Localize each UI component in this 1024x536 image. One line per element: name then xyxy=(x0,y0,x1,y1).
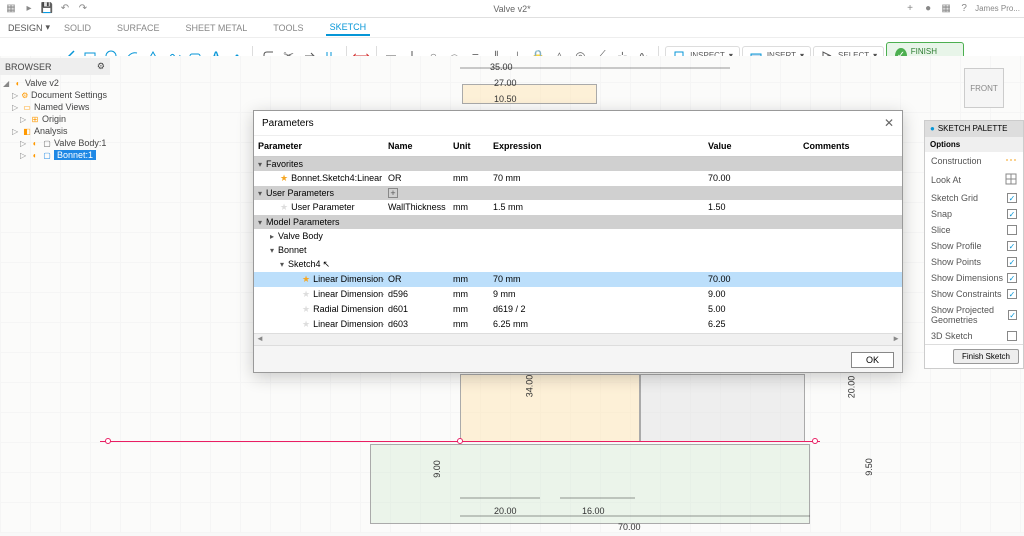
new-tab-icon[interactable]: + xyxy=(903,2,917,16)
param-group[interactable]: ▾Favorites xyxy=(254,157,902,171)
browser-item[interactable]: ▷◐▢Valve Body:1 xyxy=(0,137,110,149)
palette-finish-button[interactable]: Finish Sketch xyxy=(953,349,1019,364)
browser-item[interactable]: ▷▭Named Views xyxy=(0,101,110,113)
browser-panel: BROWSER⚙ ◢◐Valve v2 ▷⚙Document Settings … xyxy=(0,58,110,163)
dim-side2[interactable]: 20.00 xyxy=(846,376,856,399)
browser-item-selected[interactable]: ▷◐▢Bonnet:1 xyxy=(0,149,110,161)
param-subgroup[interactable]: ▾Sketch4↖ xyxy=(254,257,902,272)
checkbox-icon[interactable]: ✓ xyxy=(1007,289,1017,299)
palette-option[interactable]: Show Profile✓ xyxy=(925,238,1023,254)
param-subgroup[interactable]: ▾Bonnet xyxy=(254,243,902,257)
checkbox-icon[interactable]: ✓ xyxy=(1007,209,1017,219)
file-icon[interactable]: ▸ xyxy=(22,2,36,16)
parameters-table[interactable]: ParameterNameUnitExpressionValueComments… xyxy=(254,136,902,333)
param-row[interactable]: ★Bonnet.Sketch4:Linear Dime...ORmm70 mm7… xyxy=(254,171,902,186)
ribbon-tabs: DESIGN ▾ SOLID SURFACE SHEET METAL TOOLS… xyxy=(0,18,1024,38)
checkbox-icon[interactable]: ✓ xyxy=(1008,310,1017,320)
line-icon[interactable] xyxy=(1005,155,1017,167)
checkbox-icon[interactable] xyxy=(1007,225,1017,235)
favorite-star-icon[interactable]: ★ xyxy=(280,173,288,183)
checkbox-icon[interactable]: ✓ xyxy=(1007,273,1017,283)
tab-tools[interactable]: TOOLS xyxy=(269,21,307,35)
dim-top3[interactable]: 10.50 xyxy=(494,94,517,104)
palette-option[interactable]: Show Projected Geometries✓ xyxy=(925,302,1023,328)
browser-root[interactable]: ◢◐Valve v2 xyxy=(0,77,110,89)
palette-option[interactable]: Slice xyxy=(925,222,1023,238)
table-header: ParameterNameUnitExpressionValueComments xyxy=(254,136,902,157)
param-row[interactable]: ★Linear Dimension-3d596mm9 mm9.00 xyxy=(254,287,902,302)
palette-option[interactable]: 3D Sketch xyxy=(925,328,1023,344)
palette-option[interactable]: Sketch Grid✓ xyxy=(925,190,1023,206)
dim-bot2[interactable]: 16.00 xyxy=(582,506,605,516)
doc-title: Valve v2* xyxy=(493,4,530,14)
close-icon[interactable]: ✕ xyxy=(884,116,894,130)
dialog-scrollbar[interactable] xyxy=(254,333,902,345)
parameters-dialog: Parameters ✕ ParameterNameUnitExpression… xyxy=(253,110,903,373)
palette-section: Options xyxy=(925,136,1023,152)
tab-sheetmetal[interactable]: SHEET METAL xyxy=(182,21,252,35)
dim-side1[interactable]: 34.00 xyxy=(524,375,534,398)
param-group[interactable]: ▾User Parameters+ xyxy=(254,186,902,200)
checkbox-icon[interactable]: ✓ xyxy=(1007,241,1017,251)
dim-top1[interactable]: 35.00 xyxy=(490,62,513,72)
extensions-icon[interactable]: ▦ xyxy=(939,2,953,16)
palette-option[interactable]: Show Constraints✓ xyxy=(925,286,1023,302)
app-menu-icon[interactable]: ▦ xyxy=(4,2,18,16)
grid-icon[interactable] xyxy=(1005,173,1017,187)
browser-item[interactable]: ▷⚙Document Settings xyxy=(0,89,110,101)
cursor-icon: ↖ xyxy=(323,259,331,269)
param-row[interactable]: ★Linear Dimension-6d603mm6.25 mm6.25 xyxy=(254,317,902,332)
tab-solid[interactable]: SOLID xyxy=(60,21,95,35)
redo-icon[interactable]: ↷ xyxy=(76,2,90,16)
notifications-icon[interactable]: ● xyxy=(921,2,935,16)
favorite-star-icon[interactable]: ★ xyxy=(302,304,310,314)
viewcube[interactable]: FRONT xyxy=(964,68,1004,108)
palette-header: ●SKETCH PALETTE xyxy=(925,121,1023,136)
add-parameter-icon[interactable]: + xyxy=(388,188,398,198)
param-row[interactable]: ★Radial Dimension-2d601mmd619 / 25.00 xyxy=(254,302,902,317)
dim-side3[interactable]: 9.00 xyxy=(432,460,442,478)
dim-bot3[interactable]: 70.00 xyxy=(618,522,641,532)
palette-option[interactable]: Construction xyxy=(925,152,1023,170)
palette-option[interactable]: Look At xyxy=(925,170,1023,190)
param-row[interactable]: ★Linear Dimension-2ORmm70 mm70.00 xyxy=(254,272,902,287)
palette-option[interactable]: Show Dimensions✓ xyxy=(925,270,1023,286)
browser-settings-icon[interactable]: ⚙ xyxy=(97,61,105,72)
palette-option[interactable]: Snap✓ xyxy=(925,206,1023,222)
dim-bot1[interactable]: 20.00 xyxy=(494,506,517,516)
param-group[interactable]: ▾Model Parameters xyxy=(254,215,902,229)
tab-surface[interactable]: SURFACE xyxy=(113,21,164,35)
workspace-switcher[interactable]: DESIGN ▾ xyxy=(8,22,50,33)
dim-top2[interactable]: 27.00 xyxy=(494,78,517,88)
save-icon[interactable]: 💾 xyxy=(40,2,54,16)
favorite-star-icon[interactable]: ★ xyxy=(302,289,310,299)
ok-button[interactable]: OK xyxy=(851,352,894,368)
checkbox-icon[interactable]: ✓ xyxy=(1007,193,1017,203)
help-icon[interactable]: ? xyxy=(957,2,971,16)
browser-item[interactable]: ▷⊞Origin xyxy=(0,113,110,125)
sketch-palette: ●SKETCH PALETTE Options ConstructionLook… xyxy=(924,120,1024,369)
browser-header: BROWSER⚙ xyxy=(0,58,110,75)
param-row[interactable]: ★User ParameterWallThicknessmm1.5 mm1.50 xyxy=(254,200,902,215)
dim-side4[interactable]: 9.50 xyxy=(864,458,874,476)
dialog-title: Parameters xyxy=(262,118,314,129)
favorite-star-icon[interactable]: ★ xyxy=(302,274,310,284)
checkbox-icon[interactable]: ✓ xyxy=(1007,257,1017,267)
tab-sketch[interactable]: SKETCH xyxy=(326,20,371,36)
undo-icon[interactable]: ↶ xyxy=(58,2,72,16)
favorite-star-icon[interactable]: ★ xyxy=(280,202,288,212)
title-bar: ▦ ▸ 💾 ↶ ↷ Valve v2* + ● ▦ ? James Pro... xyxy=(0,0,1024,18)
palette-option[interactable]: Show Points✓ xyxy=(925,254,1023,270)
browser-item[interactable]: ▷◧Analysis xyxy=(0,125,110,137)
favorite-star-icon[interactable]: ★ xyxy=(302,319,310,329)
user-label[interactable]: James Pro... xyxy=(975,4,1020,13)
param-subgroup[interactable]: ▸Valve Body xyxy=(254,229,902,243)
checkbox-icon[interactable] xyxy=(1007,331,1017,341)
